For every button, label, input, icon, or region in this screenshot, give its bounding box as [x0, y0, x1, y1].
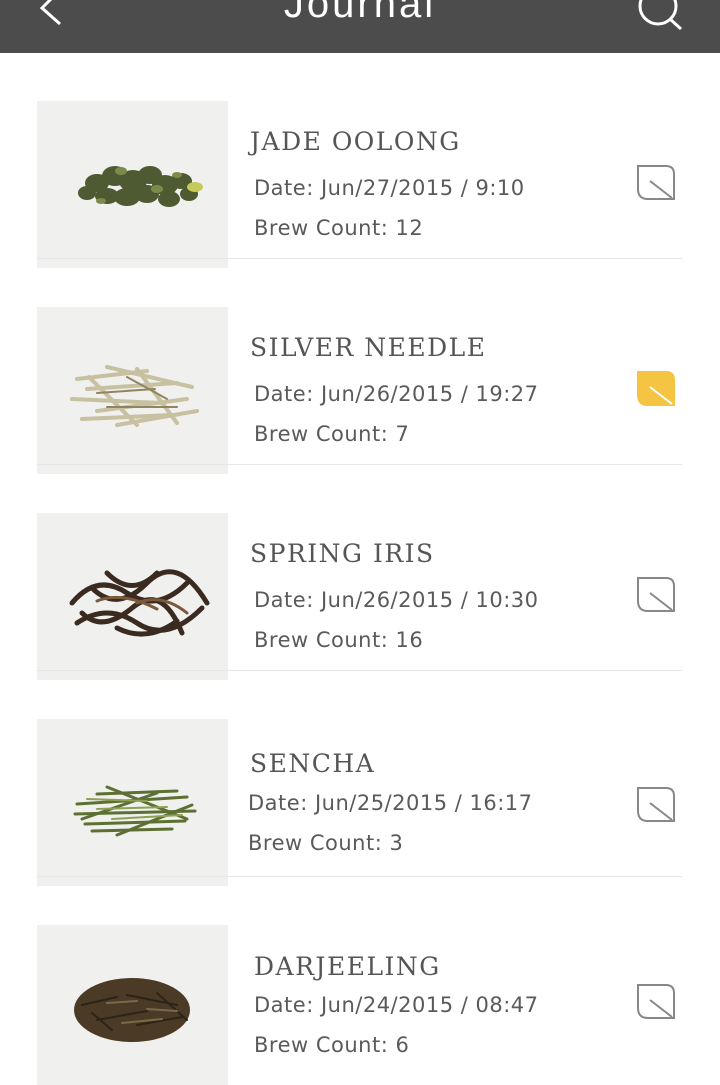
journal-entry[interactable]: SILVER NEEDLE Date: Jun/26/2015 / 19:27 … — [0, 259, 720, 474]
tea-thumbnail — [37, 513, 228, 680]
jade-oolong-leaves-image — [78, 166, 203, 207]
brew-count: Brew Count: 3 — [248, 831, 404, 855]
sencha-leaves-image — [73, 785, 197, 837]
tea-thumbnail — [37, 925, 228, 1085]
tea-date: Date: Jun/27/2015 / 9:10 — [254, 176, 525, 200]
tea-thumbnail — [37, 307, 228, 474]
journal-entry[interactable]: SENCHA Date: Jun/25/2015 / 16:17 Brew Co… — [0, 671, 720, 886]
page-title: Journal — [283, 0, 437, 26]
tea-date: Date: Jun/26/2015 / 10:30 — [254, 588, 539, 612]
tea-thumbnail — [37, 719, 228, 886]
tea-date: Date: Jun/26/2015 / 19:27 — [254, 382, 539, 406]
tea-name: DARJEELING — [254, 952, 441, 981]
journal-entry[interactable]: SPRING IRIS Date: Jun/26/2015 / 10:30 Br… — [0, 465, 720, 680]
brew-count: Brew Count: 7 — [254, 422, 410, 446]
tea-name: SPRING IRIS — [250, 539, 435, 568]
brew-count: Brew Count: 16 — [254, 628, 424, 652]
tea-date: Date: Jun/24/2015 / 08:47 — [254, 993, 539, 1017]
leaf-outline-icon[interactable] — [632, 783, 678, 827]
search-icon[interactable] — [630, 0, 690, 30]
leaf-outline-icon[interactable] — [632, 980, 678, 1024]
journal-entry[interactable]: JADE OOLONG Date: Jun/27/2015 / 9:10 Bre… — [0, 53, 720, 268]
tea-name: SENCHA — [250, 749, 376, 778]
tea-name: JADE OOLONG — [250, 127, 461, 156]
leaf-filled-icon[interactable] — [632, 367, 678, 411]
tea-thumbnail — [37, 101, 228, 268]
journal-entry[interactable]: DARJEELING Date: Jun/24/2015 / 08:47 Bre… — [0, 877, 720, 1085]
brew-count: Brew Count: 12 — [254, 216, 424, 240]
darjeeling-leaves-image — [74, 978, 190, 1042]
top-bar: Journal — [0, 0, 720, 53]
spring-iris-leaves-image — [69, 569, 210, 637]
tea-name: SILVER NEEDLE — [250, 333, 487, 362]
brew-count: Brew Count: 6 — [254, 1033, 410, 1057]
leaf-outline-icon[interactable] — [632, 573, 678, 617]
silver-needle-leaves-image — [70, 365, 199, 427]
tea-date: Date: Jun/25/2015 / 16:17 — [248, 791, 533, 815]
leaf-outline-icon[interactable] — [632, 161, 678, 205]
